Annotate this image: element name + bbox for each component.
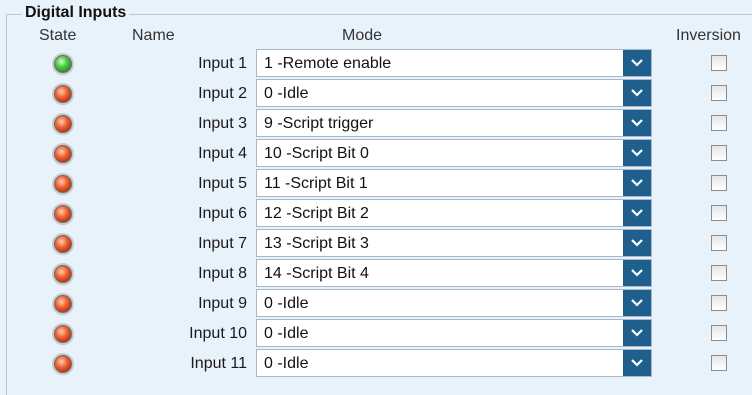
mode-dropdown[interactable]: 13 -Script Bit 3: [256, 229, 652, 257]
inversion-checkbox[interactable]: [711, 85, 727, 101]
inversion-checkbox[interactable]: [711, 235, 727, 251]
mode-dropdown-value: 10 -Script Bit 0: [264, 145, 369, 162]
mode-dropdown-value: 14 -Script Bit 4: [264, 265, 369, 282]
input-name-label: Input 8: [198, 265, 247, 282]
input-row: Input 11 0 -Idle: [0, 349, 752, 379]
mode-dropdown-value: 0 -Idle: [264, 85, 309, 102]
state-column-header: State: [39, 27, 77, 44]
input-name-label: Input 10: [189, 325, 247, 342]
input-row: Input 3 9 -Script trigger: [0, 109, 752, 139]
mode-dropdown[interactable]: 11 -Script Bit 1: [256, 169, 652, 197]
chevron-down-icon[interactable]: [623, 320, 651, 346]
mode-dropdown-value: 0 -Idle: [264, 355, 309, 372]
input-name-label: Input 3: [198, 115, 247, 132]
inversion-checkbox[interactable]: [711, 175, 727, 191]
input-row: Input 2 0 -Idle: [0, 79, 752, 109]
chevron-down-icon[interactable]: [623, 110, 651, 136]
inversion-checkbox[interactable]: [711, 325, 727, 341]
group-title: Digital Inputs: [22, 4, 130, 22]
chevron-down-icon[interactable]: [623, 50, 651, 76]
input-row: Input 1 1 -Remote enable: [0, 49, 752, 79]
mode-dropdown-value: 12 -Script Bit 2: [264, 205, 369, 222]
mode-dropdown[interactable]: 14 -Script Bit 4: [256, 259, 652, 287]
input-row: Input 10 0 -Idle: [0, 319, 752, 349]
chevron-down-icon[interactable]: [623, 260, 651, 286]
state-led-icon: [54, 205, 72, 223]
inversion-checkbox[interactable]: [711, 145, 727, 161]
mode-dropdown-value: 9 -Script trigger: [264, 115, 374, 132]
inversion-checkbox[interactable]: [711, 115, 727, 131]
state-led-icon: [54, 85, 72, 103]
state-led-icon: [54, 295, 72, 313]
input-name-label: Input 11: [190, 355, 247, 372]
mode-dropdown[interactable]: 0 -Idle: [256, 79, 652, 107]
mode-dropdown-value: 13 -Script Bit 3: [264, 235, 369, 252]
mode-dropdown-value: 11 -Script Bit 1: [264, 175, 368, 192]
state-led-icon: [54, 325, 72, 343]
mode-dropdown[interactable]: 10 -Script Bit 0: [256, 139, 652, 167]
mode-dropdown[interactable]: 12 -Script Bit 2: [256, 199, 652, 227]
chevron-down-icon[interactable]: [623, 170, 651, 196]
mode-dropdown[interactable]: 0 -Idle: [256, 349, 652, 377]
mode-dropdown[interactable]: 1 -Remote enable: [256, 49, 652, 77]
chevron-down-icon[interactable]: [623, 230, 651, 256]
chevron-down-icon[interactable]: [623, 140, 651, 166]
input-row: Input 8 14 -Script Bit 4: [0, 259, 752, 289]
inversion-checkbox[interactable]: [711, 355, 727, 371]
input-row: Input 9 0 -Idle: [0, 289, 752, 319]
input-name-label: Input 1: [198, 55, 247, 72]
mode-dropdown[interactable]: 0 -Idle: [256, 289, 652, 317]
state-led-icon: [54, 55, 72, 73]
inversion-checkbox[interactable]: [711, 265, 727, 281]
state-led-icon: [54, 235, 72, 253]
mode-dropdown[interactable]: 0 -Idle: [256, 319, 652, 347]
state-led-icon: [54, 265, 72, 283]
state-led-icon: [54, 145, 72, 163]
chevron-down-icon[interactable]: [623, 350, 651, 376]
input-name-label: Input 6: [198, 205, 247, 222]
input-row: Input 5 11 -Script Bit 1: [0, 169, 752, 199]
mode-dropdown[interactable]: 9 -Script trigger: [256, 109, 652, 137]
state-led-icon: [54, 115, 72, 133]
input-row: Input 7 13 -Script Bit 3: [0, 229, 752, 259]
chevron-down-icon[interactable]: [623, 80, 651, 106]
inversion-column-header: Inversion: [676, 27, 741, 44]
input-row: Input 6 12 -Script Bit 2: [0, 199, 752, 229]
input-name-label: Input 9: [198, 295, 247, 312]
input-name-label: Input 4: [198, 145, 247, 162]
chevron-down-icon[interactable]: [623, 200, 651, 226]
mode-column-header: Mode: [342, 27, 383, 44]
mode-dropdown-value: 1 -Remote enable: [264, 55, 392, 72]
mode-dropdown-value: 0 -Idle: [264, 295, 309, 312]
state-led-icon: [54, 355, 72, 373]
inversion-checkbox[interactable]: [711, 295, 727, 311]
inversion-checkbox[interactable]: [711, 205, 727, 221]
input-name-label: Input 7: [198, 235, 247, 252]
input-row: Input 4 10 -Script Bit 0: [0, 139, 752, 169]
inversion-checkbox[interactable]: [711, 55, 727, 71]
input-name-label: Input 2: [198, 85, 247, 102]
input-name-label: Input 5: [198, 175, 247, 192]
chevron-down-icon[interactable]: [623, 290, 651, 316]
name-column-header: Name: [132, 27, 175, 44]
state-led-icon: [54, 175, 72, 193]
mode-dropdown-value: 0 -Idle: [264, 325, 309, 342]
